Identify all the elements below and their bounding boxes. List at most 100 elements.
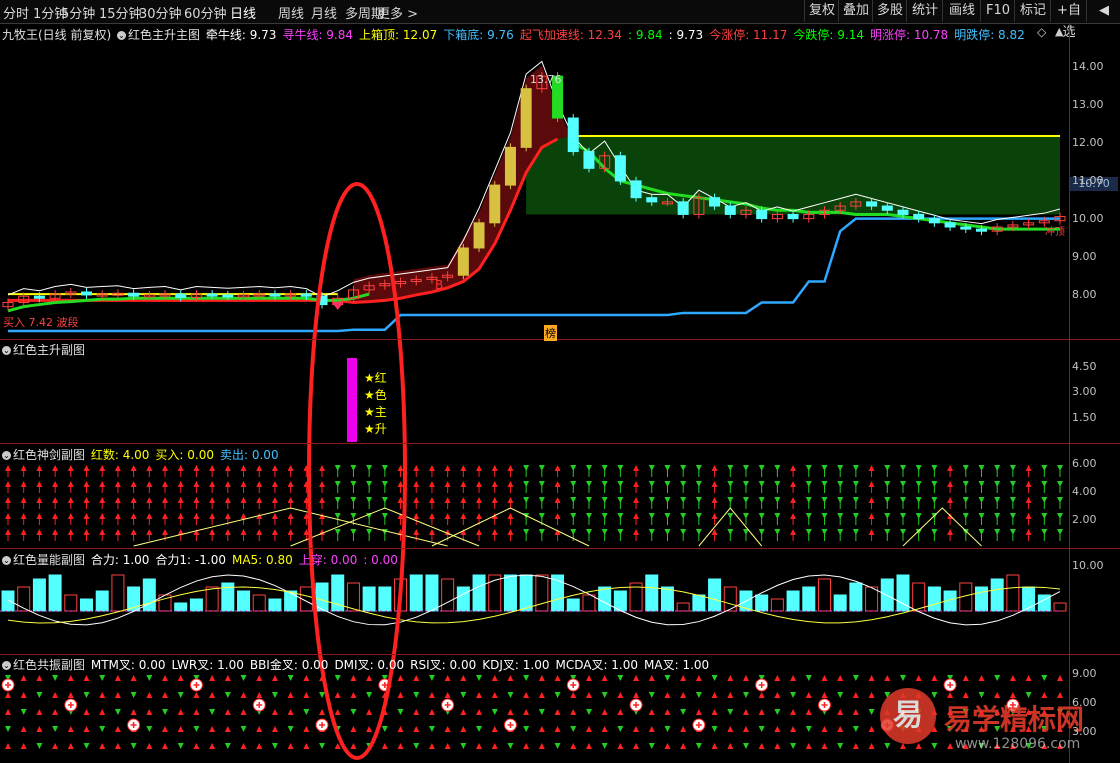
sub2-y-tick: 6.00 (1072, 457, 1097, 470)
arrow-down (837, 743, 844, 749)
arrow-down (240, 675, 247, 681)
arrow-up (130, 709, 137, 715)
sub4-item-1: LWR叉: 1.00 (171, 658, 244, 672)
arrow-down (52, 675, 59, 681)
volume-bar (755, 594, 769, 612)
arrow-up (67, 692, 74, 698)
arrow-up (366, 709, 373, 715)
tail-label: 冲顶 (1045, 227, 1065, 238)
candle-body (975, 228, 987, 232)
arrow-up (680, 743, 687, 749)
peak-line (902, 507, 982, 547)
arrow-down (476, 675, 483, 681)
arrow-up (67, 726, 74, 732)
arrow-up (711, 692, 718, 698)
volume-bar (990, 578, 1004, 612)
main-y-tick: 11.00 (1072, 174, 1104, 187)
candle-body (630, 180, 642, 199)
arrow-up (20, 726, 27, 732)
arrow-up (868, 743, 875, 749)
candle-body (928, 218, 940, 224)
arrow-down (130, 743, 137, 749)
arrow-up (130, 675, 137, 681)
arrow-up (570, 743, 577, 749)
panel-divider (0, 339, 1120, 340)
arrow-up (805, 692, 812, 698)
arrow-up (444, 675, 451, 681)
candle-body (881, 205, 893, 211)
arrow-down (413, 692, 420, 698)
volume-bar (237, 590, 251, 612)
volume-bar (268, 598, 282, 612)
sub3-title[interactable]: 红色量能副图 (13, 553, 85, 567)
arrow-up (36, 709, 43, 715)
collapse-icon[interactable]: ⌄ (2, 346, 11, 355)
arrow-down (319, 743, 326, 749)
volume-bar (378, 586, 392, 612)
arrow-up (193, 709, 200, 715)
arrow-down (460, 743, 467, 749)
volume-bar (519, 574, 533, 612)
sub4-title[interactable]: 红色共振副图 (13, 658, 85, 672)
arrow-up (978, 675, 985, 681)
arrow-up (428, 743, 435, 749)
sub2-item-0: 红数: 4.00 (90, 448, 150, 462)
candle-body (175, 293, 187, 298)
arrow-up (444, 692, 451, 698)
collapse-icon[interactable]: ⌄ (2, 556, 11, 565)
volume-bar (1053, 602, 1067, 612)
arrow-up (868, 692, 875, 698)
volume-bar (927, 586, 941, 612)
arrow-up (428, 692, 435, 698)
arrow-up (1057, 675, 1063, 681)
volume-bar (817, 578, 831, 612)
arrow-up (381, 743, 388, 749)
volume-bar (80, 598, 94, 612)
arrow-down (240, 726, 247, 732)
arrow-up (538, 692, 545, 698)
sub4-y-tick: 6.00 (1072, 696, 1097, 709)
chart-canvas[interactable] (0, 0, 1120, 763)
arrow-up (114, 675, 121, 681)
arrow-up (617, 709, 624, 715)
arrow-up (240, 743, 247, 749)
buy-signal-b: B (435, 278, 444, 292)
arrow-up (162, 675, 169, 681)
arrow-up (209, 743, 216, 749)
volume-bar (786, 590, 800, 612)
sub4-item-5: KDJ叉: 1.00 (482, 658, 550, 672)
arrow-up (444, 726, 451, 732)
arrow-down (177, 692, 184, 698)
sub1-title[interactable]: 红色主升副图 (13, 343, 85, 357)
arrow-up (774, 692, 781, 698)
star-label: ★色 (364, 388, 387, 402)
volume-bar (441, 578, 455, 612)
volume-bar (660, 586, 674, 612)
arrow-down (162, 709, 169, 715)
arrow-down (711, 726, 718, 732)
sub4-item-0: MTM叉: 0.00 (90, 658, 166, 672)
arrow-down (805, 675, 812, 681)
axis-divider (1069, 24, 1070, 763)
sub1-y-tick: 1.50 (1072, 411, 1097, 424)
arrow-down (146, 675, 153, 681)
arrow-up (428, 709, 435, 715)
arrow-up (413, 709, 420, 715)
collapse-icon[interactable]: ⌄ (2, 451, 11, 460)
sub3-header: ⌄ 红色量能副图 合力: 1.00 合力1: -1.00 MA5: 0.80 上穿: 0… (2, 551, 406, 568)
arrow-up (633, 726, 640, 732)
arrow-up (601, 675, 608, 681)
arrow-up (695, 675, 702, 681)
arrow-up (601, 726, 608, 732)
arrow-up (334, 692, 341, 698)
candle-body (33, 295, 45, 299)
sub3-item-0: 合力: 1.00 (90, 553, 150, 567)
candle-body (81, 291, 93, 296)
volume-bar (362, 586, 376, 612)
collapse-icon[interactable]: ⌄ (2, 661, 11, 670)
arrow-up (67, 675, 74, 681)
candle-body (960, 226, 972, 230)
sub2-title[interactable]: 红色神剑副图 (13, 448, 85, 462)
volume-bar (205, 586, 219, 612)
sub3-item-3: 上穿: 0.00 (298, 553, 358, 567)
